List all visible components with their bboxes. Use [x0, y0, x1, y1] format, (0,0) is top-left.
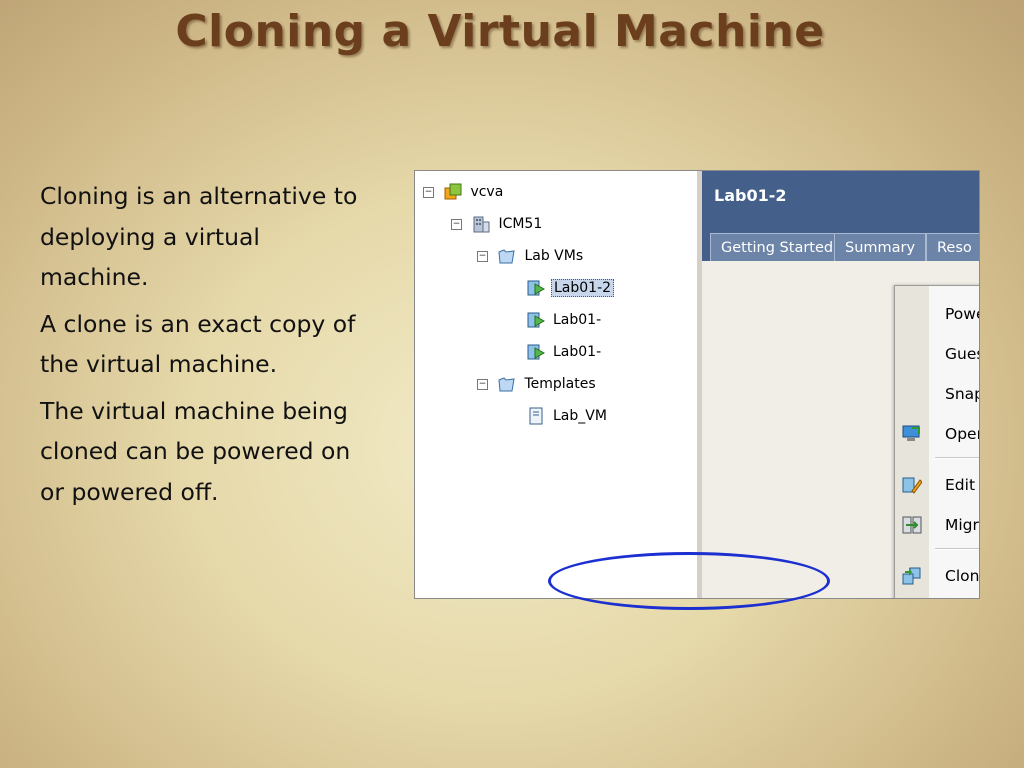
menu-item-snapshot[interactable]: Snapshot ▶ [895, 380, 979, 408]
tree-node-lab01-c[interactable]: Lab01- [527, 341, 603, 363]
menu-item-edit-settings[interactable]: Edit Settings... [895, 471, 979, 499]
menu-item-label: Clone... [945, 567, 980, 585]
tree-node-vcva[interactable]: − vcva [423, 181, 505, 203]
menu-item-clone[interactable]: Clone... [895, 562, 980, 590]
migrate-icon [902, 516, 922, 534]
bullet-powered-state: The virtual machine being cloned can be … [40, 396, 351, 506]
template-icon [529, 407, 543, 425]
menu-item-guest[interactable]: Guest ▶ [895, 340, 979, 368]
tree-label: Lab01-2 [551, 279, 615, 297]
tab-summary[interactable]: Summary [834, 233, 927, 262]
tree-node-lab01-b[interactable]: Lab01- [527, 309, 603, 331]
detail-pane: Lab01-2 Getting Started Summary Reso Pow… [702, 171, 979, 598]
bullet-exact-copy: A clone is an exact copy of the virtual … [40, 309, 356, 379]
clone-highlight-circle [548, 552, 830, 610]
vm-icon [527, 280, 545, 296]
vm-context-menu: Power ▶ Guest ▶ Snapshot ▶ Open Console [894, 285, 980, 598]
tab-content-strip [702, 261, 979, 281]
menu-item-label: Snapshot [945, 385, 979, 403]
collapse-toggle-icon[interactable]: − [423, 186, 434, 198]
tree-label: vcva [470, 184, 504, 200]
datacenter-icon [473, 216, 490, 233]
bullet-cloning-alternative: Cloning is an alternative to deploying a… [40, 182, 358, 291]
tree-label: ICM51 [498, 216, 543, 232]
vsphere-screenshot: − vcva − ICM51 − Lab VMs Lab01-2 Lab01- … [414, 170, 980, 599]
vm-icon [527, 344, 545, 360]
menu-item-label: Power [945, 305, 979, 323]
menu-separator [935, 457, 979, 459]
tab-resource[interactable]: Reso [926, 233, 979, 262]
tree-node-icm51[interactable]: − ICM51 [451, 213, 544, 235]
vm-icon [527, 312, 545, 328]
tree-label: Lab01- [553, 312, 602, 328]
tree-node-lab-vms[interactable]: − Lab VMs [477, 245, 585, 267]
tree-label: Lab01- [553, 344, 602, 360]
tree-label: Templates [524, 376, 596, 392]
console-icon [902, 425, 920, 441]
inventory-tree: − vcva − ICM51 − Lab VMs Lab01-2 Lab01- … [415, 171, 697, 598]
tree-node-templates[interactable]: − Templates [477, 373, 598, 395]
edit-settings-icon [902, 477, 922, 494]
vm-name: Lab01-2 [714, 186, 787, 205]
clone-icon [902, 567, 921, 585]
collapse-toggle-icon[interactable]: − [477, 378, 488, 390]
menu-item-label: Open Console [945, 425, 979, 443]
menu-item-label: Migrate... [945, 516, 979, 534]
collapse-toggle-icon[interactable]: − [451, 218, 462, 230]
menu-item-label: Guest [945, 345, 979, 363]
slide-title: Cloning a Virtual Machine [175, 6, 825, 57]
folder-icon [498, 377, 516, 392]
menu-separator [935, 548, 979, 550]
tree-label: Lab VMs [524, 248, 584, 264]
tab-getting-started[interactable]: Getting Started [710, 233, 845, 262]
vcenter-icon [444, 183, 462, 200]
folder-icon [498, 249, 516, 264]
menu-item-migrate[interactable]: Migrate... [895, 511, 979, 539]
collapse-toggle-icon[interactable]: − [477, 250, 488, 262]
bullet-list: Cloning is an alternative to deploying a… [40, 176, 370, 518]
tree-node-lab-vm-template[interactable]: Lab_VM [527, 405, 609, 427]
menu-item-label: Edit Settings... [945, 476, 979, 494]
tree-node-lab01-2[interactable]: Lab01-2 [527, 277, 615, 299]
tree-label: Lab_VM [553, 408, 607, 424]
menu-item-power[interactable]: Power ▶ [895, 300, 979, 328]
menu-item-open-console[interactable]: Open Console [895, 420, 979, 448]
